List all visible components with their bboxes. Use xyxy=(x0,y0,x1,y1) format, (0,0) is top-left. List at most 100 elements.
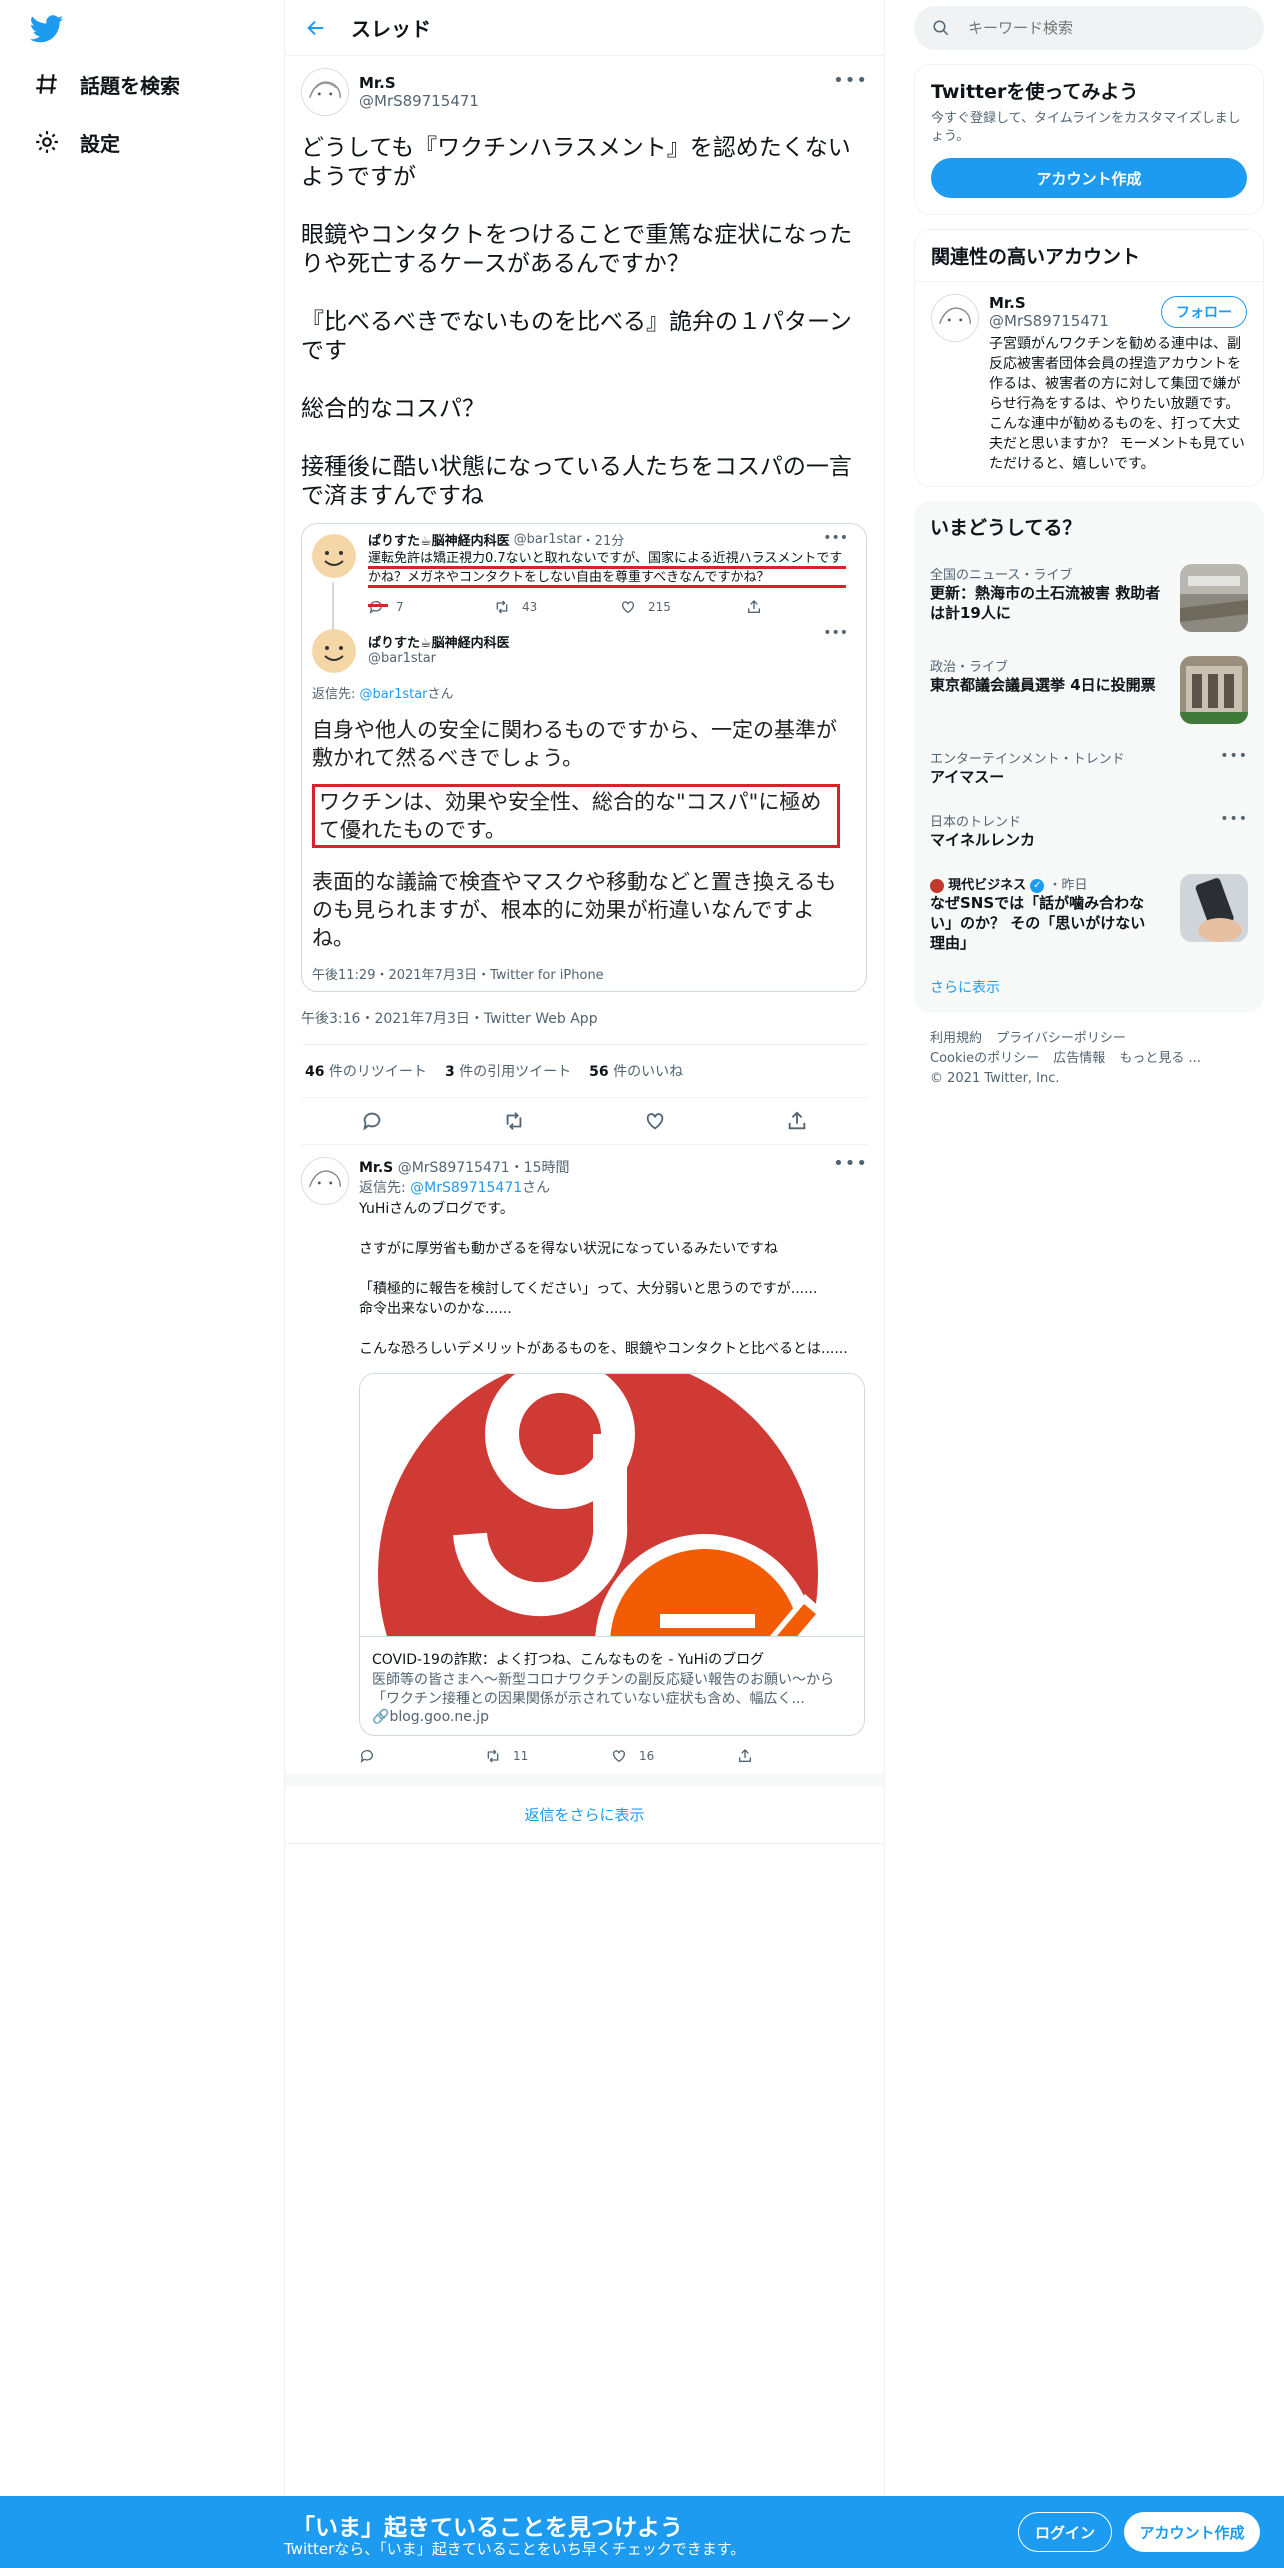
quoted-actions: 7 43 215 xyxy=(368,599,872,615)
like-button[interactable]: 16 xyxy=(611,1748,737,1764)
reply-to: 返信先: @bar1starさん xyxy=(312,687,454,702)
quoted-tweet[interactable]: ぱりすた☕脳神経内科医 @bar1star ・21分 運転免許は矯正視力0.7な… xyxy=(301,523,867,992)
nav-settings[interactable]: 設定 xyxy=(34,118,120,166)
related-bio: 子宮頸がんワクチンを勧める連中は、副反応被害者団体会員の捏造アカウントを作るは、… xyxy=(989,336,1245,472)
link-card[interactable]: COVID-19の詐欺：よく打つね、こんなものを - YuHiのブログ 医師等の… xyxy=(359,1373,865,1736)
app: 話題を検索 設定 スレッド Mr.S @MrS89715471 ••• どうして… xyxy=(0,0,1284,2568)
bottom-signup-bar: 「いま」起きていることを見つけよう Twitterなら、「いま」起きていることを… xyxy=(0,2496,1284,2568)
follow-button[interactable]: フォロー xyxy=(1161,296,1247,328)
nav-explore-label: 話題を検索 xyxy=(80,73,180,98)
related-account[interactable]: Mr.S @MrS89715471 子宮頸がんワクチンを勧める連中は、副反応被害… xyxy=(915,282,1263,486)
search-box[interactable] xyxy=(914,6,1264,50)
more-options-icon[interactable]: ••• xyxy=(1220,748,1248,764)
login-button[interactable]: ログイン xyxy=(1018,2512,1112,2552)
trend-item[interactable]: 日本のトレンド マイネルレンカ ••• xyxy=(914,799,1264,862)
mention-link[interactable]: @MrS89715471 xyxy=(410,1180,522,1196)
signup-button[interactable]: アカウント作成 xyxy=(1124,2512,1260,2552)
trend-item[interactable]: エンターテインメント・トレンド アイマスー ••• xyxy=(914,736,1264,799)
quoted-author-name: ぱりすた☕脳神経内科医 xyxy=(368,636,510,651)
tweet-actions xyxy=(301,1098,868,1145)
quoted-age: ・21分 xyxy=(581,534,625,549)
main-tweet-header: Mr.S @MrS89715471 ••• xyxy=(301,68,868,116)
retweet-button[interactable]: 43 xyxy=(494,599,620,615)
nav-explore[interactable]: 話題を検索 xyxy=(34,60,180,108)
thread-column: スレッド Mr.S @MrS89715471 ••• どうしても『ワクチンハラス… xyxy=(284,0,885,2500)
retweet-icon[interactable] xyxy=(503,1110,525,1132)
trend-thumbnail xyxy=(1180,874,1248,942)
more-options-icon[interactable]: ••• xyxy=(1220,811,1248,827)
signup-subtitle: 今すぐ登録して、タイムラインをカスタマイズしましょう。 xyxy=(931,111,1241,144)
more-options-icon[interactable]: ••• xyxy=(823,625,848,641)
retweet-button[interactable]: 11 xyxy=(485,1748,611,1764)
mention-link[interactable]: @bar1star xyxy=(360,687,428,702)
reply-icon[interactable] xyxy=(361,1110,383,1132)
create-account-button[interactable]: アカウント作成 xyxy=(931,158,1247,198)
quoted-second-header: ぱりすた☕脳神経内科医 @bar1star ••• xyxy=(312,625,856,673)
quote-count[interactable]: 3 件の引用ツイート xyxy=(445,1061,571,1081)
like-count[interactable]: 56 件のいいね xyxy=(589,1061,683,1081)
quoted-paragraph: 表面的な議論で検査やマスクや移動などと置き換えるものも見られますが、根本的に効果… xyxy=(312,870,837,950)
trend-item[interactable]: 全国のニュース・ライブ 更新：熱海市の土石流被害 救助者は計19人に xyxy=(914,552,1264,644)
reply-actions: 11 16 xyxy=(359,1748,868,1764)
more-link[interactable]: もっと見る ... xyxy=(1119,1051,1201,1066)
like-icon xyxy=(613,1750,625,1763)
link-icon: 🔗 xyxy=(372,1709,390,1725)
underline-mark xyxy=(368,604,388,607)
reply-icon xyxy=(369,601,382,614)
quoted-avatar[interactable] xyxy=(312,629,356,673)
more-options-icon[interactable]: ••• xyxy=(823,530,848,546)
quoted-avatar[interactable] xyxy=(312,534,356,578)
back-arrow-icon[interactable] xyxy=(305,17,327,39)
privacy-link[interactable]: プライバシーポリシー xyxy=(996,1031,1126,1046)
author-name[interactable]: Mr.S xyxy=(359,74,479,92)
trends-panel: いまどうしてる？ 全国のニュース・ライブ 更新：熱海市の土石流被害 救助者は計1… xyxy=(914,501,1264,1013)
trend-item[interactable]: 政治・ライブ 東京都議会議員選挙 4日に投開票 xyxy=(914,644,1264,736)
avatar[interactable] xyxy=(301,1157,349,1205)
quoted-author-handle: @bar1star xyxy=(513,532,582,547)
card-domain: 🔗blog.goo.ne.jp xyxy=(372,1709,490,1725)
reply-author-handle[interactable]: @MrS89715471 xyxy=(398,1160,510,1176)
footer-links: 利用規約 プライバシーポリシー Cookieのポリシー 広告情報 もっと見る .… xyxy=(914,1029,1264,1089)
retweet-count[interactable]: 46 件のリツイート xyxy=(305,1061,427,1081)
avatar[interactable] xyxy=(931,294,979,342)
cookie-link[interactable]: Cookieのポリシー xyxy=(930,1051,1039,1066)
gear-icon xyxy=(36,131,58,153)
like-button[interactable]: 215 xyxy=(620,599,746,615)
trend-thumbnail xyxy=(1180,656,1248,724)
reply-tweet[interactable]: Mr.S @MrS89715471・15時間 ••• 返信先: @MrS8971… xyxy=(285,1145,884,1786)
reply-author-name[interactable]: Mr.S xyxy=(359,1160,393,1176)
quoted-text: 運転免許は矯正視力0.7ないと取れないですが、国家による近視ハラスメントですかね… xyxy=(368,549,846,607)
main-tweet: Mr.S @MrS89715471 ••• どうしても『ワクチンハラスメント』を… xyxy=(285,56,884,1145)
more-options-icon[interactable]: ••• xyxy=(833,1153,868,1174)
twitter-logo-icon[interactable] xyxy=(30,12,64,46)
share-icon[interactable] xyxy=(786,1110,808,1132)
tweet-text: どうしても『ワクチンハラスメント』を認めたくないようですが 眼鏡やコンタクトをつ… xyxy=(301,135,853,509)
like-icon[interactable] xyxy=(644,1110,666,1132)
more-options-icon[interactable]: ••• xyxy=(833,70,868,91)
tweet-timestamp[interactable]: 午後3:16・2021年7月3日・Twitter Web App xyxy=(301,1008,868,1045)
hashtag-icon xyxy=(36,74,57,94)
share-button[interactable] xyxy=(746,599,872,615)
author-handle[interactable]: @MrS89715471 xyxy=(359,92,479,110)
avatar[interactable] xyxy=(301,68,349,116)
signup-panel: Twitterを使ってみよう 今すぐ登録して、タイムラインをカスタマイズしましょ… xyxy=(914,64,1264,215)
reply-button[interactable] xyxy=(359,1748,485,1764)
share-button[interactable] xyxy=(737,1748,863,1764)
underline-mark xyxy=(368,566,846,569)
search-input[interactable] xyxy=(968,19,1228,37)
reply-button[interactable]: 7 xyxy=(368,599,494,615)
quoted-author-name: ぱりすた☕脳神経内科医 xyxy=(368,534,510,549)
reply-to: 返信先: @MrS89715471さん xyxy=(359,1180,551,1196)
show-more-trends-link[interactable]: さらに表示 xyxy=(914,965,1264,1013)
reply-age[interactable]: ・15時間 xyxy=(510,1160,570,1176)
source-logo-icon xyxy=(930,878,944,893)
like-icon xyxy=(622,601,634,614)
show-more-replies-link[interactable]: 返信をさらに表示 xyxy=(285,1786,884,1844)
related-accounts-panel: 関連性の高いアカウント Mr.S @MrS89715471 子宮頸がんワクチンを… xyxy=(914,229,1264,487)
trend-thumbnail xyxy=(1180,564,1248,632)
trend-item[interactable]: 現代ビジネス ✓ ・昨日 なぜSNSでは「話が噛み合わない」のか？ その「思いが… xyxy=(914,862,1264,965)
retweet-icon xyxy=(496,600,508,614)
reply-text: YuHiさんのブログです。 さすがに厚労省も動かざるを得ない状況になっているみた… xyxy=(359,1201,848,1357)
terms-link[interactable]: 利用規約 xyxy=(930,1031,982,1046)
ads-link[interactable]: 広告情報 xyxy=(1053,1051,1105,1066)
